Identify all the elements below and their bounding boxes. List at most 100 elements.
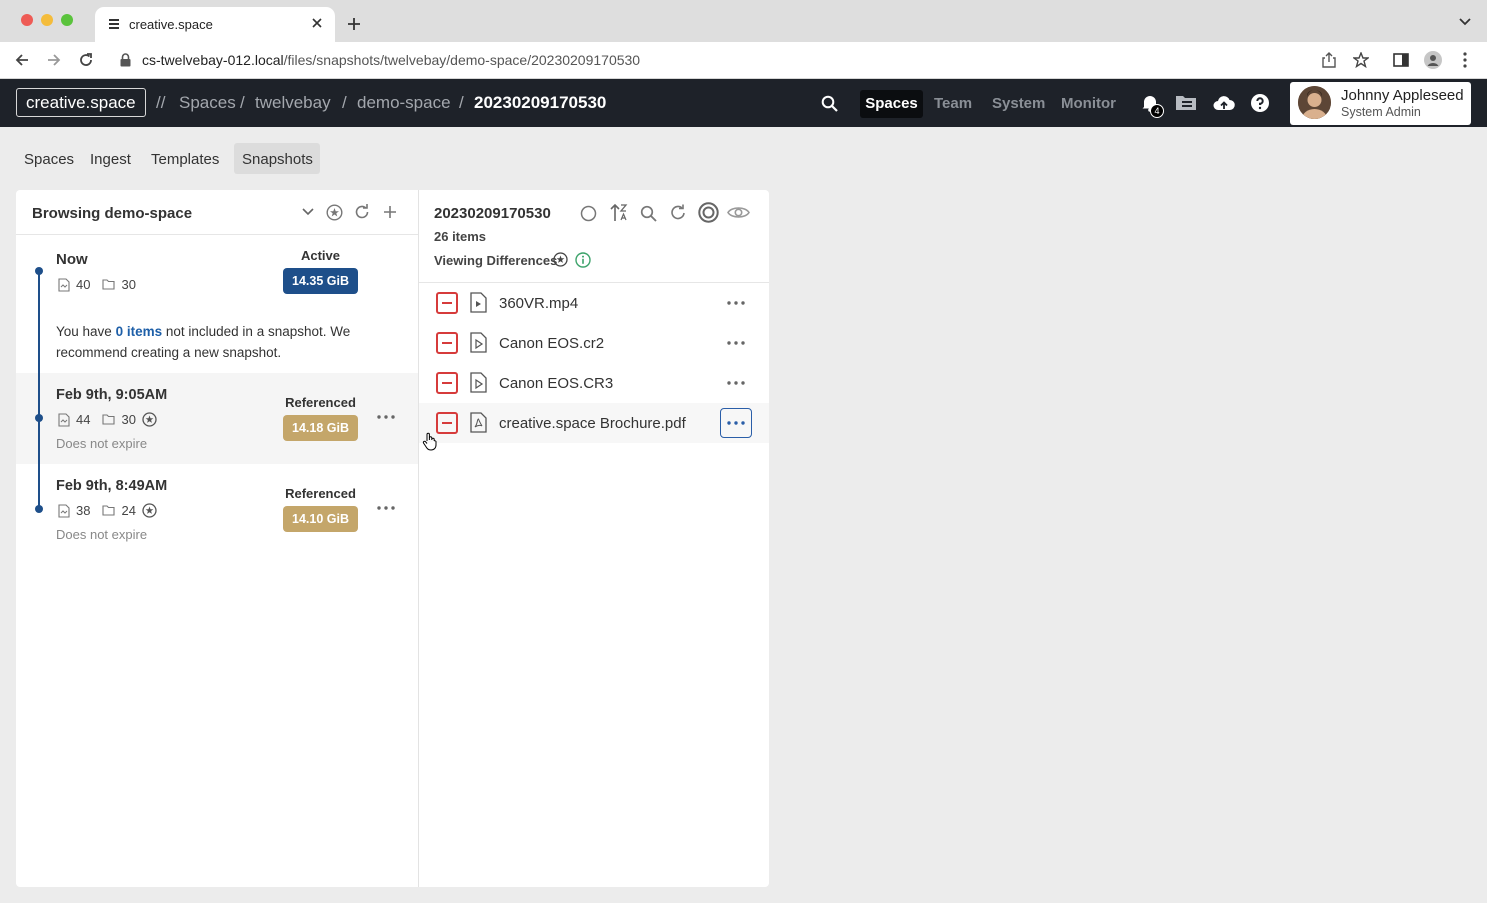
profile-icon[interactable] [1424,51,1442,69]
nav-team[interactable]: Team [934,95,972,112]
size-badge: 14.10 GiB [283,506,358,532]
lock-icon[interactable] [120,53,131,67]
file-icon [58,503,70,518]
snapshot-counts: 44 30 [58,412,157,427]
folder-icon [102,279,116,290]
tab-title: creative.space [129,17,213,32]
snapshot-badge-icon[interactable] [326,204,343,221]
url-field[interactable]: cs-twelvebay-012.local/files/snapshots/t… [142,52,640,68]
size-badge: 14.35 GiB [283,268,358,294]
minimize-window-button[interactable] [41,14,53,26]
refresh-icon[interactable] [354,204,370,220]
add-snapshot-icon[interactable] [383,205,397,219]
chevron-down-icon[interactable] [302,207,314,217]
search-icon[interactable] [821,95,838,112]
tab-spaces[interactable]: Spaces [24,151,74,168]
info-icon[interactable] [575,252,591,268]
snapshot-badge-icon [142,503,157,518]
timeline-dot [35,267,43,275]
removed-diff-icon [436,332,458,354]
folder-count: 30 [121,277,136,292]
maximize-window-button[interactable] [61,14,73,26]
view-mode-label: Viewing Differences [434,253,558,268]
cloud-upload-icon[interactable] [1213,95,1235,111]
eye-icon[interactable] [727,205,750,220]
app-logo[interactable]: creative.space [16,88,146,117]
status-label: Active [300,248,341,263]
note-text: You have [56,324,112,339]
timeline-dot [35,505,43,513]
help-icon[interactable] [1251,94,1269,112]
folder-count: 30 [121,412,136,427]
folder-icon [102,414,116,425]
snapshot-counts: 38 24 [58,503,157,518]
file-icon [58,412,70,427]
snapshot-title: Feb 9th, 8:49AM [56,478,168,494]
divider [16,234,418,235]
select-all-circle-icon[interactable] [580,205,597,222]
new-tab-icon[interactable] [347,17,361,31]
breadcrumb-twelvebay[interactable]: twelvebay [255,93,331,113]
removed-diff-icon [436,292,458,314]
browser-menu-icon[interactable] [1463,52,1467,68]
bookmark-star-icon[interactable] [1353,52,1369,68]
expiry-text: Does not expire [56,527,148,542]
file-icon [58,277,70,292]
sidebar-toggle-icon[interactable] [1393,53,1409,67]
notification-count-badge: 4 [1150,104,1164,118]
breadcrumb-spaces[interactable]: Spaces [179,93,236,113]
file-name[interactable]: creative.space Brochure.pdf [499,415,686,432]
reload-icon[interactable] [78,52,94,68]
folder-icon [102,505,116,516]
nav-spaces[interactable]: Spaces [860,90,923,118]
nav-monitor[interactable]: Monitor [1061,95,1116,112]
refresh-icon[interactable] [670,204,687,221]
items-link[interactable]: 0 items [116,324,163,339]
tab-ingest[interactable]: Ingest [90,151,131,168]
more-options-icon[interactable] [727,341,745,345]
breadcrumb-prefix: // [156,93,166,112]
target-icon[interactable] [698,202,719,223]
snapshot-name: 20230209170530 [434,205,551,222]
sort-icon[interactable] [610,203,628,222]
more-options-icon[interactable] [727,381,745,385]
more-options-icon[interactable] [377,415,395,419]
close-window-button[interactable] [21,14,33,26]
search-icon[interactable] [640,205,657,222]
video-file-icon [470,292,487,313]
status-label: Referenced [285,486,356,501]
panel-title: Browsing demo-space [32,205,193,222]
file-count: 38 [76,503,91,518]
breadcrumb-current: 20230209170530 [474,93,607,112]
more-options-icon[interactable] [727,301,745,305]
close-tab-icon[interactable] [311,17,323,29]
more-options-icon[interactable] [377,506,395,510]
status-label: Referenced [285,395,356,410]
url-path: /files/snapshots/twelvebay/demo-space/20… [283,52,641,68]
size-badge: 14.18 GiB [283,415,358,441]
snapshot-badge-icon [142,412,157,427]
snapshot-badge-icon [553,252,568,267]
file-count: 40 [76,277,91,292]
back-icon[interactable] [14,52,30,68]
user-name: Johnny Appleseed [1341,87,1464,104]
nav-system[interactable]: System [992,95,1045,112]
forward-icon[interactable] [46,52,62,68]
removed-diff-icon [436,412,458,434]
folder-count: 24 [121,503,136,518]
tab-snapshots[interactable]: Snapshots [242,151,313,168]
file-name[interactable]: Canon EOS.CR3 [499,375,613,392]
tab-list-chevron-icon[interactable] [1459,18,1471,26]
tab-favicon-icon [109,18,119,30]
timeline-dot [35,414,43,422]
file-name[interactable]: Canon EOS.cr2 [499,335,604,352]
snapshot-counts: 40 30 [58,277,136,292]
pdf-file-icon [470,412,487,433]
breadcrumb-demo-space[interactable]: demo-space [357,93,451,113]
more-options-icon[interactable] [727,421,745,425]
share-icon[interactable] [1322,52,1336,68]
file-name[interactable]: 360VR.mp4 [499,295,578,312]
tab-templates[interactable]: Templates [151,151,219,168]
folder-icon[interactable] [1175,94,1197,111]
media-file-icon [470,372,487,393]
